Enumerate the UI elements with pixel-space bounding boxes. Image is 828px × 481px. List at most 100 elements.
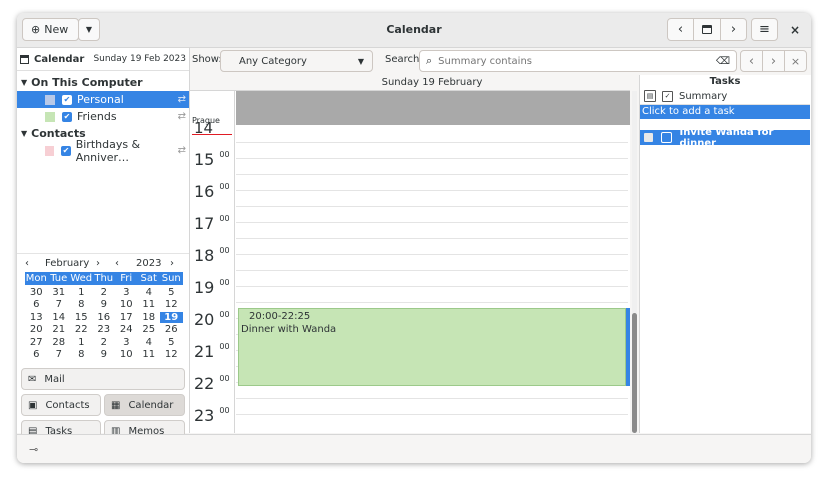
day-cell[interactable]: 16 bbox=[93, 312, 116, 323]
day-cell[interactable]: 8 bbox=[70, 349, 93, 360]
task-checkbox[interactable] bbox=[660, 132, 672, 143]
add-task-placeholder: Click to add a task bbox=[642, 106, 735, 117]
month-label: February bbox=[45, 257, 90, 269]
source-friends[interactable]: ✔ Friends ⇄ bbox=[17, 108, 189, 125]
day-cell[interactable]: 1 bbox=[70, 337, 93, 348]
hour-label-22: 22 00 bbox=[194, 374, 230, 393]
checkbox[interactable]: ✔ bbox=[62, 111, 72, 122]
day-cell[interactable]: 22 bbox=[70, 324, 93, 335]
main-menu-button[interactable]: ≡ bbox=[751, 18, 778, 41]
sidebar-date: Sunday 19 Feb 2023 bbox=[93, 54, 186, 64]
day-cell[interactable]: 4 bbox=[138, 287, 161, 298]
sidebar-title: Calendar bbox=[34, 53, 85, 65]
online-status-icon[interactable]: ⊸ bbox=[29, 443, 38, 456]
checkbox[interactable]: ✔ bbox=[62, 94, 72, 105]
day-cell[interactable]: 15 bbox=[70, 312, 93, 323]
close-button[interactable]: × bbox=[787, 22, 803, 38]
show-label: Show: bbox=[192, 54, 222, 65]
day-cell[interactable]: 1 bbox=[70, 287, 93, 298]
vertical-scrollbar[interactable] bbox=[632, 91, 637, 433]
switcher-mail-button[interactable]: ✉ Mail bbox=[21, 368, 185, 390]
hour-number: 17 bbox=[194, 214, 215, 233]
prev-month-icon[interactable]: ‹ bbox=[25, 258, 29, 269]
day-cell[interactable]: 20 bbox=[25, 324, 48, 335]
today-button[interactable] bbox=[693, 18, 721, 41]
source-birthdays[interactable]: ✔ Birthdays & Anniver… ⇄ bbox=[17, 138, 189, 164]
weekday: Thu bbox=[94, 272, 114, 284]
day-cell[interactable]: 5 bbox=[160, 287, 183, 298]
day-cell[interactable]: 23 bbox=[93, 324, 116, 335]
clear-search-icon[interactable]: ⌫ bbox=[716, 56, 730, 67]
day-cell-today[interactable]: 19 bbox=[160, 311, 183, 323]
weekday-row: Mon Tue Wed Thu Fri Sat Sun bbox=[25, 272, 183, 285]
source-personal[interactable]: ✔ Personal ⇄ bbox=[17, 91, 189, 108]
event-time: 20:00-22:25 bbox=[249, 311, 311, 322]
switcher-calendar-button[interactable]: ▦ Calendar bbox=[104, 394, 185, 416]
minute-label: 00 bbox=[219, 374, 230, 383]
summary-header[interactable]: Summary bbox=[679, 91, 727, 102]
day-cell[interactable]: 21 bbox=[48, 324, 71, 335]
day-cell[interactable]: 4 bbox=[138, 337, 161, 348]
previous-button[interactable]: ‹ bbox=[667, 18, 694, 41]
day-cell[interactable]: 26 bbox=[160, 324, 183, 335]
source-label: Birthdays & Anniver… bbox=[75, 137, 141, 164]
day-cell[interactable]: 11 bbox=[138, 349, 161, 360]
day-cell[interactable]: 6 bbox=[25, 349, 48, 360]
search-previous-button[interactable]: ‹ bbox=[740, 50, 763, 72]
next-year-icon[interactable]: › bbox=[170, 258, 174, 269]
scrollbar-thumb[interactable] bbox=[632, 313, 637, 433]
day-cell[interactable]: 3 bbox=[115, 287, 138, 298]
day-view: Sunday 19 February Prague 14 15 00 16 00 1… bbox=[190, 75, 637, 433]
day-cell[interactable]: 6 bbox=[25, 299, 48, 310]
day-cell[interactable]: 12 bbox=[160, 349, 183, 360]
checkbox[interactable]: ✔ bbox=[61, 145, 71, 156]
all-day-area[interactable] bbox=[236, 91, 630, 125]
day-cell[interactable]: 13 bbox=[25, 312, 48, 323]
day-cell[interactable]: 3 bbox=[115, 337, 138, 348]
day-cell[interactable]: 8 bbox=[70, 299, 93, 310]
day-cell[interactable]: 9 bbox=[93, 349, 116, 360]
next-month-icon[interactable]: › bbox=[96, 258, 100, 269]
add-task-field[interactable]: Click to add a task bbox=[640, 105, 810, 119]
day-cell[interactable]: 31 bbox=[48, 287, 71, 298]
event-dinner[interactable]: 20:00-22:25 Dinner with Wanda bbox=[238, 308, 626, 386]
day-cell[interactable]: 2 bbox=[93, 337, 116, 348]
day-cell[interactable]: 11 bbox=[138, 299, 161, 310]
search-field[interactable]: ⌕ ⌫ bbox=[419, 50, 737, 72]
day-cell[interactable]: 30 bbox=[25, 287, 48, 298]
chevron-left-icon: ‹ bbox=[748, 53, 755, 69]
day-cell[interactable]: 17 bbox=[115, 312, 138, 323]
year-label: 2023 bbox=[136, 257, 162, 269]
day-cell[interactable]: 10 bbox=[115, 349, 138, 360]
header-bar: ⊕ New ▼ Calendar ‹ › ≡ × bbox=[17, 13, 811, 48]
search-close-button[interactable]: × bbox=[784, 50, 807, 72]
day-cell[interactable]: 12 bbox=[160, 299, 183, 310]
hour-number: 20 bbox=[194, 310, 215, 329]
prev-year-icon[interactable]: ‹ bbox=[115, 258, 119, 269]
hour-label-18: 18 00 bbox=[194, 246, 230, 265]
day-cell[interactable]: 9 bbox=[93, 299, 116, 310]
task-type-icon: ▤ bbox=[644, 90, 656, 102]
search-input[interactable] bbox=[436, 54, 711, 68]
day-cell[interactable]: 28 bbox=[48, 337, 71, 348]
day-cell[interactable]: 7 bbox=[48, 299, 71, 310]
day-cell[interactable]: 5 bbox=[160, 337, 183, 348]
hour-line bbox=[236, 190, 628, 191]
category-dropdown[interactable]: Any Category ▼ bbox=[220, 50, 373, 72]
day-cell[interactable]: 24 bbox=[115, 324, 138, 335]
day-cell[interactable]: 25 bbox=[138, 324, 161, 335]
next-button[interactable]: › bbox=[720, 18, 747, 41]
day-cell[interactable]: 18 bbox=[138, 312, 161, 323]
group-on-this-computer[interactable]: ▼ On This Computer bbox=[17, 74, 189, 91]
week-row: 13 14 15 16 17 18 19 bbox=[25, 311, 183, 324]
day-cell[interactable]: 27 bbox=[25, 337, 48, 348]
day-cell[interactable]: 2 bbox=[93, 287, 116, 298]
switcher-contacts-button[interactable]: ▣ Contacts bbox=[21, 394, 101, 416]
weekday: Fri bbox=[120, 272, 133, 284]
task-row[interactable]: Invite Wanda for dinner bbox=[640, 127, 810, 149]
day-cell[interactable]: 7 bbox=[48, 349, 71, 360]
day-cell[interactable]: 14 bbox=[48, 312, 71, 323]
search-next-button[interactable]: › bbox=[762, 50, 785, 72]
day-cell[interactable]: 10 bbox=[115, 299, 138, 310]
sidebar: Calendar Sunday 19 Feb 2023 ▼ On This Co… bbox=[17, 48, 190, 442]
